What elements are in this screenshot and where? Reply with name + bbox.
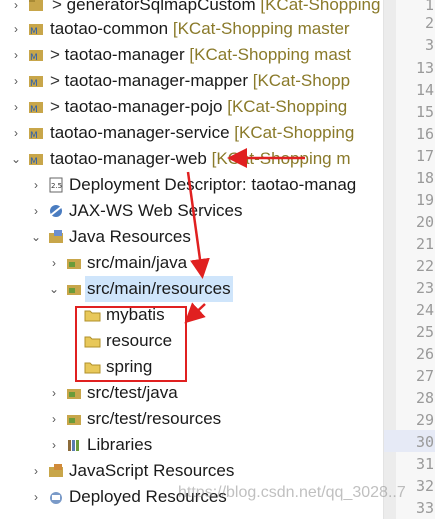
editor-gutter: 1 2 3 13 14 15 16 17 18 19 20 21 22 23 2… — [383, 0, 435, 519]
tree-item-label: taotao-manager-web — [50, 149, 207, 168]
line-number: 19 — [415, 191, 434, 209]
tree-item-label: generatorSqlmapCustom — [66, 0, 256, 14]
svg-text:M: M — [30, 105, 38, 115]
chevron-down-icon[interactable]: ⌄ — [30, 224, 42, 250]
tree-item-label: taotao-common — [50, 19, 169, 38]
tree-item-label: Libraries — [87, 435, 153, 454]
chevron-right-icon[interactable]: › — [10, 68, 22, 94]
tree-item-label: taotao-manager-pojo — [64, 97, 223, 116]
chevron-right-icon[interactable]: › — [10, 16, 22, 42]
line-number: 25 — [415, 323, 434, 341]
tree-item-label: src/main/java — [87, 253, 188, 272]
source-folder-icon — [67, 285, 81, 295]
line-number: 31 — [415, 455, 434, 473]
maven-project-icon: M — [29, 128, 43, 141]
source-folder-icon — [67, 415, 81, 425]
web-services-icon — [50, 205, 62, 217]
tree-item-decoration: [KCat-Shopping — [227, 97, 348, 116]
tree-item-decoration: [KCat-Shopp — [252, 71, 351, 90]
line-number: 16 — [415, 125, 434, 143]
tree-item-label: JavaScript Resources — [69, 461, 235, 480]
annotation-highlight-box — [75, 306, 187, 382]
maven-project-icon: M — [29, 154, 43, 167]
chevron-right-icon[interactable]: › — [10, 42, 22, 68]
tree-item-decoration: [KCat-Shopping — [234, 123, 355, 142]
line-number: 15 — [415, 103, 434, 121]
chevron-right-icon[interactable]: › — [30, 458, 42, 484]
tree-item-label: Java Resources — [69, 227, 191, 246]
source-folder-icon — [67, 259, 81, 269]
chevron-right-icon[interactable]: › — [10, 94, 22, 120]
line-number: 13 — [415, 59, 434, 77]
svg-text:2.5: 2.5 — [51, 182, 62, 190]
tree-item-label: src/test/resources — [87, 409, 222, 428]
tree-item-prefix: > — [50, 97, 65, 116]
line-number: 29 — [415, 411, 434, 429]
line-number: 2 — [424, 14, 434, 32]
tree-item-decoration: [KCat-Shopping mast — [189, 45, 352, 64]
maven-project-icon: M — [29, 24, 43, 37]
line-number: 17 — [415, 147, 434, 165]
line-number: 23 — [415, 279, 434, 297]
project-explorer-tree: › > generatorSqlmapCustom [KCat-Shopping… — [0, 0, 383, 519]
chevron-right-icon[interactable]: › — [48, 380, 60, 406]
tree-item-decoration: [KCat-Shopping master — [172, 19, 350, 38]
tree-item-prefix: > — [52, 0, 67, 14]
chevron-right-icon[interactable]: › — [48, 250, 60, 276]
chevron-down-icon[interactable]: ⌄ — [48, 276, 60, 302]
tree-item-label: Deployment Descriptor: taotao-manag — [69, 175, 357, 194]
chevron-down-icon[interactable]: ⌄ — [10, 146, 22, 172]
chevron-right-icon[interactable]: › — [48, 406, 60, 432]
chevron-right-icon[interactable]: › — [48, 432, 60, 458]
line-number: 27 — [415, 367, 434, 385]
line-number: 22 — [415, 257, 434, 275]
tree-item-label: JAX-WS Web Services — [69, 201, 243, 220]
java-resources-icon — [49, 230, 63, 243]
svg-text:M: M — [30, 157, 38, 167]
tree-item-label: taotao-manager-service — [50, 123, 230, 142]
maven-project-icon: M — [29, 50, 43, 63]
chevron-right-icon[interactable]: › — [10, 120, 22, 146]
source-folder-icon — [67, 389, 81, 399]
chevron-right-icon[interactable]: › — [30, 172, 42, 198]
line-number: 3 — [424, 36, 434, 54]
line-number: 24 — [415, 301, 434, 319]
project-icon — [29, 0, 43, 11]
deployed-resources-icon — [50, 492, 62, 504]
svg-text:M: M — [30, 79, 38, 89]
line-number: 30 — [415, 433, 434, 451]
tree-item-label: taotao-manager — [64, 45, 185, 64]
tree-item-label: src/main/resources — [87, 279, 231, 298]
line-number: 18 — [415, 169, 434, 187]
chevron-right-icon[interactable]: › — [30, 484, 42, 510]
watermark: https://blog.csdn.net/qq_3028..7 — [178, 484, 406, 501]
line-number: 14 — [415, 81, 434, 99]
tree-item-prefix: > — [50, 71, 65, 90]
tree-item-prefix: > — [50, 45, 65, 64]
libraries-icon — [68, 440, 79, 451]
maven-project-icon: M — [29, 76, 43, 89]
svg-text:M: M — [30, 53, 38, 63]
tree-item-label: src/test/java — [87, 383, 178, 402]
tree-item-decoration: [KCat-Shopping m — [211, 149, 351, 168]
svg-text:M: M — [30, 27, 38, 37]
tree-item-label: taotao-manager-mapper — [64, 71, 248, 90]
line-number: 28 — [415, 389, 434, 407]
tree-item-decoration: [KCat-Shopping — [260, 0, 381, 14]
maven-project-icon: M — [29, 102, 43, 115]
chevron-right-icon[interactable]: › — [30, 198, 42, 224]
line-number: 20 — [415, 213, 434, 231]
line-number: 21 — [415, 235, 434, 253]
javascript-resources-icon — [49, 464, 63, 477]
line-number: 26 — [415, 345, 434, 363]
deployment-descriptor-icon: 2.5 — [49, 177, 63, 193]
svg-text:M: M — [30, 131, 38, 141]
